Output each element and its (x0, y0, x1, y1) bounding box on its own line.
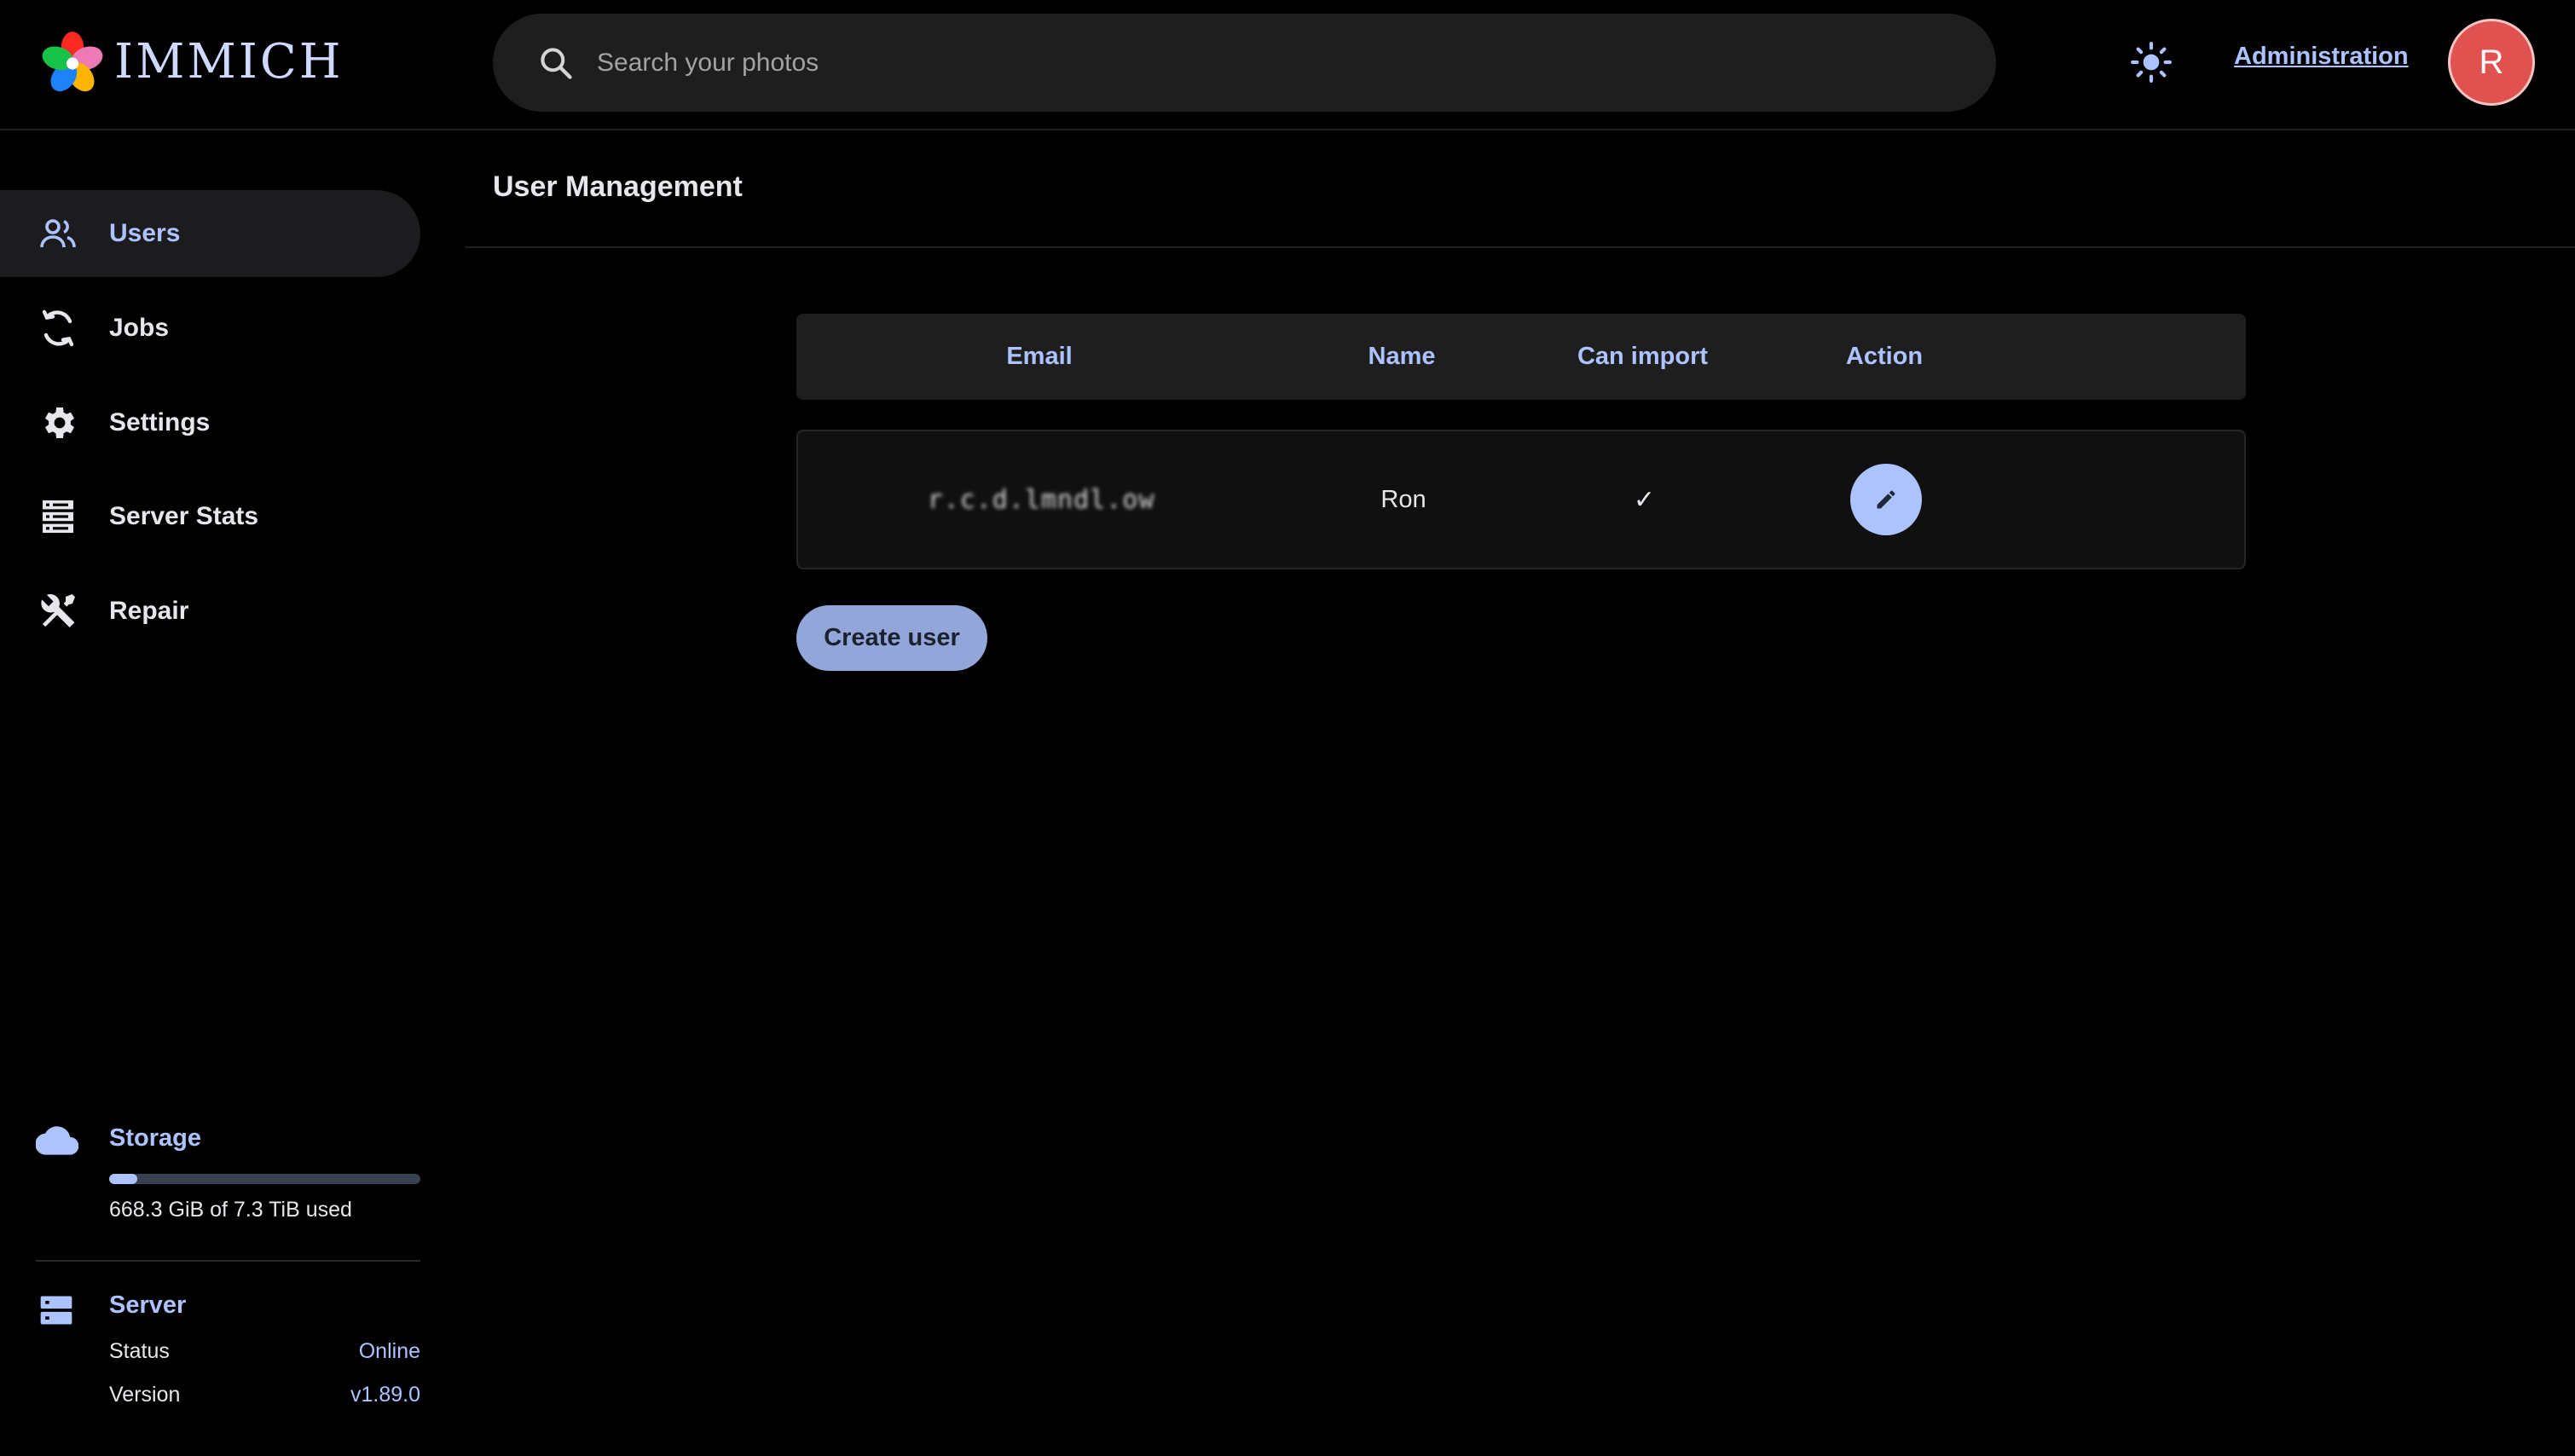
sidebar-item-label: Users (109, 219, 181, 247)
sidebar-item-repair[interactable]: Repair (0, 568, 420, 655)
server-title: Server (109, 1291, 187, 1319)
server-status-value: Online (358, 1339, 420, 1363)
storage-title: Storage (109, 1124, 201, 1152)
table-row: r.c.d.lmndl.ow Ron ✓ (796, 430, 2246, 569)
user-name-cell: Ron (1380, 485, 1426, 513)
sidebar-item-label: Settings (109, 408, 211, 436)
page-title: User Management (493, 170, 743, 203)
create-user-button[interactable]: Create user (796, 605, 987, 671)
top-bar: IMMICH Administration R (0, 0, 2575, 130)
sync-icon (42, 309, 74, 347)
sidebar-item-jobs[interactable]: Jobs (0, 285, 420, 372)
column-header-email: Email (1006, 343, 1073, 370)
app-name: IMMICH (114, 34, 344, 90)
sidebar-item-server-stats[interactable]: Server Stats (0, 473, 420, 560)
server-version-value: v1.89.0 (350, 1383, 420, 1407)
search-bar[interactable] (493, 14, 1996, 112)
user-table-header: Email Name Can import Action (796, 314, 2246, 400)
sidebar-item-label: Jobs (109, 314, 170, 342)
tools-icon (41, 593, 75, 627)
server-icon (40, 1296, 72, 1325)
user-email: r.c.d.lmndl.ow (927, 484, 1155, 515)
check-icon: ✓ (1633, 485, 1656, 514)
sidebar: Users Jobs Settings Server Stats Repair … (0, 130, 443, 1456)
can-import-cell: ✓ (1523, 431, 1766, 568)
sidebar-divider (36, 1260, 420, 1262)
storage-progress-bar (109, 1174, 420, 1184)
server-status-label: Status (109, 1339, 170, 1363)
immich-logo-icon (42, 32, 103, 92)
storage-progress-fill (109, 1174, 137, 1184)
storage-usage-text: 668.3 GiB of 7.3 TiB used (109, 1198, 352, 1222)
app-logo[interactable]: IMMICH (39, 29, 344, 95)
sun-icon[interactable] (2130, 41, 2173, 84)
administration-link[interactable]: Administration (2234, 43, 2409, 71)
user-avatar[interactable]: R (2448, 19, 2535, 106)
pencil-icon (1877, 490, 1895, 509)
title-divider (465, 246, 2575, 248)
cloud-icon (36, 1126, 78, 1155)
user-email-cell: r.c.d.lmndl.ow (798, 431, 1284, 568)
sidebar-item-settings[interactable]: Settings (0, 379, 420, 466)
sidebar-item-users[interactable]: Users (0, 190, 420, 277)
column-header-action: Action (1845, 343, 1924, 370)
server-stats-icon (43, 500, 73, 533)
column-header-name: Name (1368, 343, 1436, 370)
server-version-label: Version (109, 1383, 181, 1407)
search-icon (541, 47, 572, 79)
gear-icon (45, 407, 74, 438)
search-input[interactable] (595, 47, 1878, 78)
column-header-can-import: Can import (1577, 343, 1709, 370)
sidebar-item-label: Server Stats (109, 502, 259, 530)
users-icon (40, 219, 76, 248)
edit-user-button[interactable] (1850, 464, 1922, 535)
action-cell (1766, 431, 2006, 568)
sidebar-item-label: Repair (109, 597, 189, 625)
